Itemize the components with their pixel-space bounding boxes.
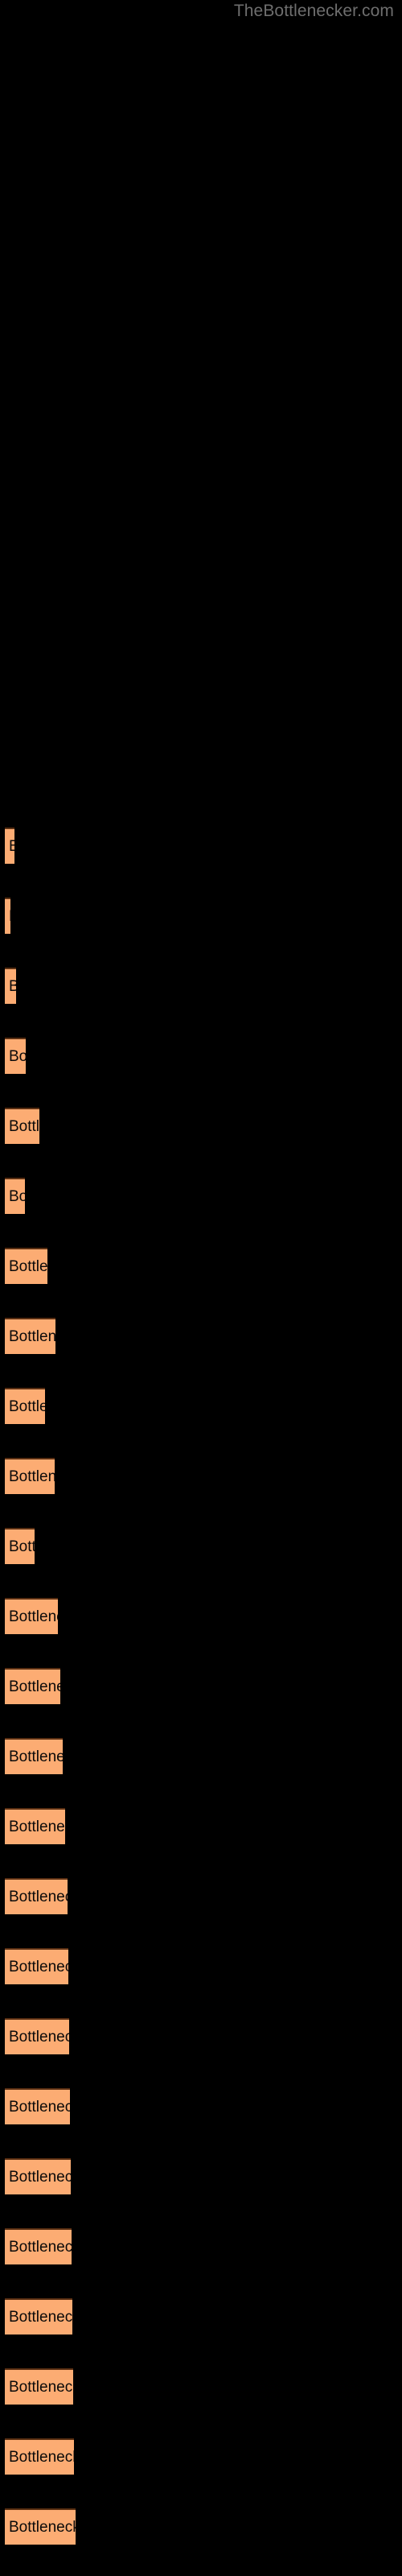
bar-label: Bottleneck result [9,1468,55,1485]
bar-label: Bottleneck result [9,2098,70,2116]
chart-bar[interactable]: Bottleneck result [5,1528,35,1564]
chart-bar[interactable]: Bottleneck result [5,968,16,1004]
chart-bar[interactable]: Bottleneck result [5,1598,58,1634]
bar-label: Bottleneck result [9,1958,68,1975]
chart-bar[interactable]: Bottleneck result [5,1108,39,1144]
bar-label: Bottleneck result [9,1748,63,1765]
bar-label: Bottleneck result [9,1608,58,1625]
bar-label: Bottleneck result [9,1888,68,1905]
bar-label: Bottleneck result [9,2448,74,2466]
chart-bar[interactable]: Bottleneck result [5,1248,47,1284]
bar-label: Bottleneck result [9,2518,76,2536]
chart-bar[interactable]: Bottleneck result [5,2228,72,2264]
chart-bar[interactable]: Bottleneck result [5,1738,63,1774]
bar-label: Bottleneck result [9,2168,71,2186]
chart-bar[interactable]: Bottleneck result [5,2298,72,2334]
bar-label: Bottleneck result [9,978,16,996]
chart-bar[interactable]: Bottleneck result [5,1178,25,1214]
bar-label: Bottleneck result [9,2238,72,2256]
chart-bar[interactable]: Bottleneck result [5,1458,55,1494]
bar-label: Bottleneck result [9,2028,69,2046]
chart-plot-area: Bottleneck result Bottleneck result Bottle… [0,0,402,2576]
bar-label: Bottleneck result [9,908,10,926]
bar-label: Bottleneck result [9,1538,35,1555]
bar-label: Bottleneck result [9,838,14,856]
chart-bar[interactable]: Bottleneck result [5,1808,65,1844]
chart-bar[interactable]: Bottleneck result [5,2438,74,2475]
chart-bar[interactable]: Bottleneck result [5,1948,68,1984]
chart-bar[interactable]: Bottleneck result [5,828,14,864]
bar-label: Bottleneck result [9,1327,55,1345]
chart-bar[interactable]: Bottleneck result [5,1388,45,1424]
bar-label: Bottleneck result [9,2308,72,2326]
chart-bar[interactable]: Bottleneck result [5,898,10,934]
chart-bar[interactable]: Bottleneck result [5,1668,60,1704]
chart-bar[interactable]: Bottleneck result [5,2368,73,2405]
chart-bar[interactable]: Bottleneck result [5,2018,69,2054]
bar-label: Bottleneck result [9,2378,73,2396]
chart-bar[interactable]: Bottleneck result [5,1318,55,1354]
chart-bar[interactable]: Bottleneck result [5,2508,76,2545]
chart-bar[interactable]: Bottleneck result [5,1038,26,1074]
chart-bar[interactable]: Bottleneck result [5,2158,71,2194]
bar-label: Bottleneck result [9,1818,65,1835]
bar-label: Bottleneck result [9,1047,26,1065]
bar-label: Bottleneck result [9,1678,60,1695]
bottleneck-chart-root: TheBottlenecker.com Bottleneck resultBot… [0,0,402,2576]
bar-label: Bottleneck result [9,1397,45,1415]
chart-bar[interactable]: Bottleneck result [5,1878,68,1914]
bar-label: Bottleneck result [9,1257,47,1275]
bar-label: Bottleneck result [9,1117,39,1135]
chart-bar[interactable]: Bottleneck result [5,2088,70,2124]
bar-label: Bottleneck result [9,1187,25,1205]
